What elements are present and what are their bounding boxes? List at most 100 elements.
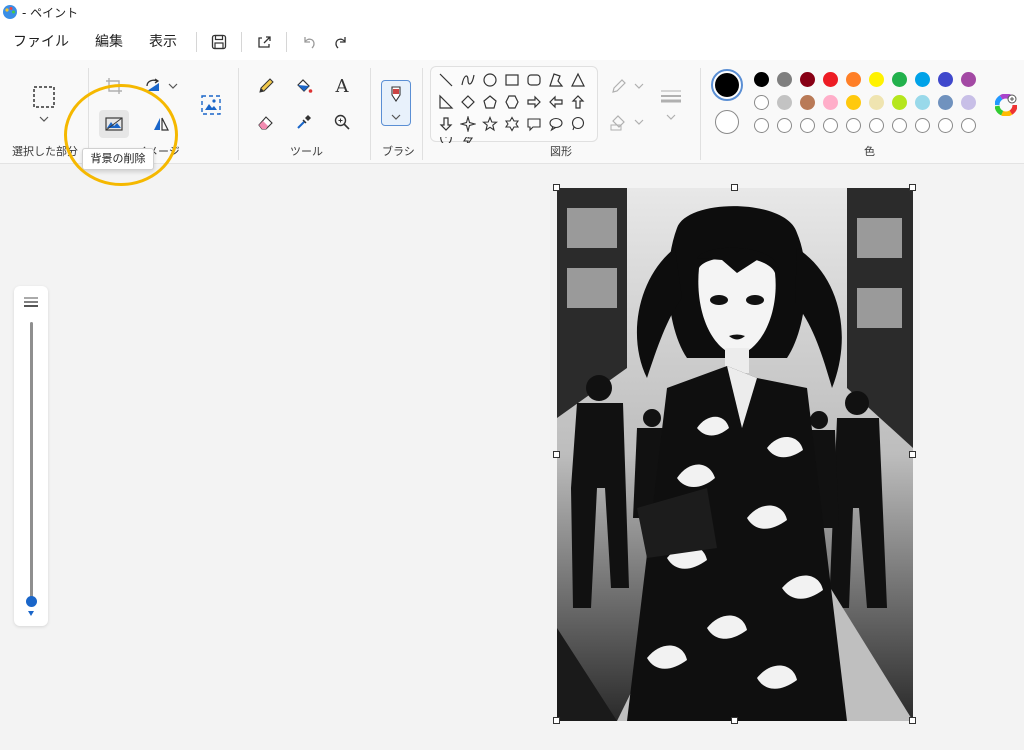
shape-curve[interactable] — [459, 71, 477, 89]
color-swatch[interactable] — [938, 72, 953, 87]
text-tool-button[interactable]: A — [330, 74, 354, 98]
image-creator-button[interactable] — [196, 90, 226, 120]
shape-hexagon[interactable] — [503, 93, 521, 111]
line-size-button[interactable] — [656, 82, 686, 126]
color-swatch[interactable] — [777, 72, 792, 87]
shape-six-point-star[interactable] — [503, 115, 521, 133]
color-swatch[interactable] — [915, 72, 930, 87]
fill-style-button[interactable] — [606, 110, 648, 134]
undo-button[interactable] — [293, 26, 325, 58]
menu-edit[interactable]: 編集 — [82, 24, 136, 60]
shapes-gallery — [430, 66, 598, 143]
heart-shape-icon — [440, 137, 452, 143]
color-swatch[interactable] — [754, 72, 769, 87]
color-swatch[interactable] — [754, 95, 769, 110]
color-swatch[interactable] — [915, 95, 930, 110]
menu-file[interactable]: ファイル — [0, 24, 82, 60]
primary-color-button[interactable] — [711, 69, 743, 101]
color-swatch[interactable] — [800, 72, 815, 87]
color-swatch[interactable] — [961, 95, 976, 110]
flip-button[interactable] — [140, 112, 182, 136]
custom-color-slot[interactable] — [961, 118, 976, 133]
color-picker-button[interactable] — [292, 110, 316, 134]
shape-diamond[interactable] — [459, 93, 477, 111]
resize-handle-bottom-right[interactable] — [909, 717, 916, 724]
menu-view[interactable]: 表示 — [136, 24, 190, 60]
pencil-icon — [259, 78, 274, 93]
custom-color-slot[interactable] — [823, 118, 838, 133]
brush-size-slider-thumb[interactable] — [26, 596, 37, 607]
five-point-star-shape-icon — [482, 116, 498, 132]
color-swatch[interactable] — [892, 95, 907, 110]
crop-button[interactable] — [102, 74, 126, 98]
color-swatch[interactable] — [800, 95, 815, 110]
shape-right-triangle[interactable] — [437, 93, 455, 111]
shape-oval-callout[interactable] — [547, 115, 565, 133]
shape-polygon[interactable] — [547, 71, 565, 89]
chevron-down-icon — [391, 114, 401, 120]
shape-four-point-star[interactable] — [459, 115, 477, 133]
color-swatch[interactable] — [869, 95, 884, 110]
rectangular-callout-shape-icon — [527, 118, 541, 132]
custom-color-slot[interactable] — [892, 118, 907, 133]
custom-color-slot[interactable] — [869, 118, 884, 133]
redo-button[interactable] — [325, 26, 357, 58]
eraser-button[interactable] — [254, 110, 278, 134]
custom-color-slot[interactable] — [846, 118, 861, 133]
custom-color-slot[interactable] — [777, 118, 792, 133]
shape-right-arrow[interactable] — [525, 93, 543, 111]
outline-button[interactable] — [606, 74, 648, 98]
color-swatch[interactable] — [869, 72, 884, 87]
custom-color-slot[interactable] — [938, 118, 953, 133]
color-swatch[interactable] — [846, 72, 861, 87]
resize-handle-top-right[interactable] — [909, 184, 916, 191]
color-swatch[interactable] — [892, 72, 907, 87]
secondary-color-button[interactable] — [715, 110, 739, 134]
color-swatch[interactable] — [961, 72, 976, 87]
resize-handle-top-left[interactable] — [553, 184, 560, 191]
shape-pentagon[interactable] — [481, 93, 499, 111]
save-button[interactable] — [203, 26, 235, 58]
shape-up-arrow[interactable] — [569, 93, 587, 111]
custom-color-slot[interactable] — [800, 118, 815, 133]
color-swatch[interactable] — [777, 95, 792, 110]
chevron-down-icon — [28, 611, 34, 616]
shape-five-point-star[interactable] — [481, 115, 499, 133]
shape-rect-callout[interactable] — [525, 115, 543, 133]
shape-heart[interactable] — [437, 137, 455, 143]
brush-button[interactable] — [381, 80, 411, 126]
edit-colors-button[interactable] — [994, 93, 1018, 117]
brush-size-slider-track[interactable] — [30, 322, 33, 598]
color-swatch[interactable] — [823, 72, 838, 87]
resize-handle-right[interactable] — [909, 451, 916, 458]
menu-divider — [286, 32, 287, 52]
color-swatch[interactable] — [938, 95, 953, 110]
resize-handle-left[interactable] — [553, 451, 560, 458]
shape-rounded-rectangle[interactable] — [525, 71, 543, 89]
shape-down-arrow[interactable] — [437, 115, 455, 133]
chevron-down-icon — [634, 119, 644, 125]
shape-oval[interactable] — [481, 71, 499, 89]
rotate-button[interactable] — [140, 74, 182, 98]
shape-rectangle[interactable] — [503, 71, 521, 89]
resize-handle-bottom[interactable] — [731, 717, 738, 724]
drawing-canvas[interactable] — [557, 188, 913, 721]
shape-lightning[interactable] — [459, 137, 477, 143]
custom-color-slot[interactable] — [915, 118, 930, 133]
shape-left-arrow[interactable] — [547, 93, 565, 111]
custom-color-slot[interactable] — [754, 118, 769, 133]
fill-button[interactable] — [292, 74, 316, 98]
color-swatch[interactable] — [846, 95, 861, 110]
selection-button[interactable] — [28, 82, 60, 126]
resize-handle-bottom-left[interactable] — [553, 717, 560, 724]
group-divider — [700, 68, 701, 160]
magnifier-button[interactable] — [330, 110, 354, 134]
share-button[interactable] — [248, 26, 280, 58]
shape-cloud-callout[interactable] — [569, 115, 587, 133]
color-swatch[interactable] — [823, 95, 838, 110]
remove-background-button[interactable] — [99, 110, 129, 138]
pencil-button[interactable] — [254, 74, 278, 98]
resize-handle-top[interactable] — [731, 184, 738, 191]
shape-triangle[interactable] — [569, 71, 587, 89]
shape-line[interactable] — [437, 71, 455, 89]
